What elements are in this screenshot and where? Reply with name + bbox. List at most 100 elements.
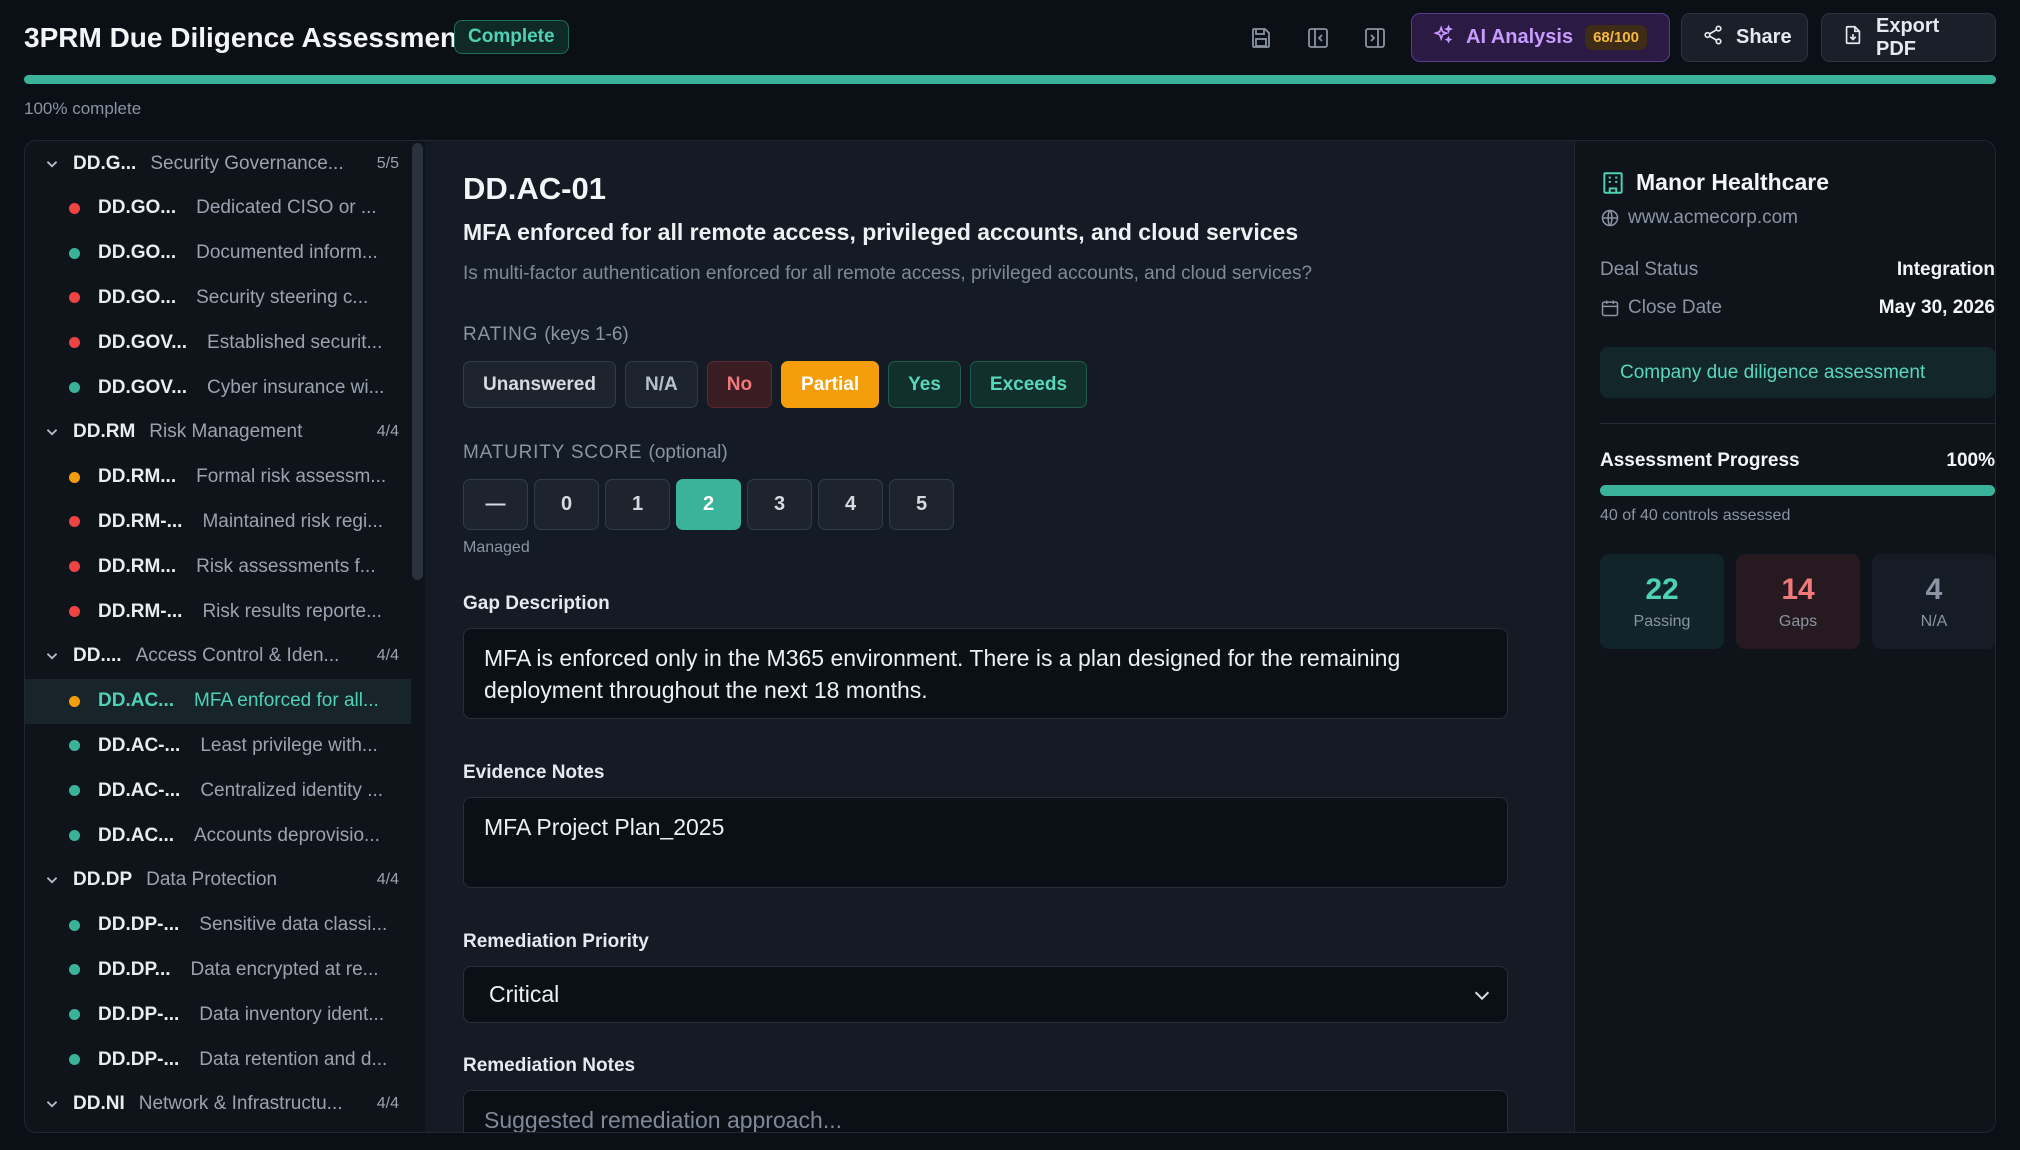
control-title: MFA enforced for all remote access, priv…	[463, 219, 1299, 245]
group-name: Security Governance...	[150, 152, 344, 174]
remediation-notes-textarea[interactable]: Suggested remediation approach...	[463, 1090, 1508, 1132]
sidebar-item[interactable]: DD.GO... Dedicated CISO or ...	[25, 186, 411, 231]
item-name: Data inventory ident...	[199, 1003, 385, 1025]
assessment-progress-value: 100%	[1946, 450, 1995, 471]
sidebar-group[interactable]: DD.G... Security Governance... 5/5	[25, 141, 411, 186]
gap-description-textarea[interactable]: MFA is enforced only in the M365 environ…	[463, 628, 1508, 719]
item-code: DD.RM-...	[98, 600, 183, 622]
status-dot-icon	[69, 785, 80, 797]
building-icon	[1600, 170, 1626, 196]
share-button[interactable]: Share	[1681, 13, 1808, 62]
maturity-option-button[interactable]: 0	[534, 479, 599, 530]
rating-exceeds-button[interactable]: Exceeds	[969, 361, 1088, 408]
maturity-option-button[interactable]: 3	[747, 479, 812, 530]
company-website-row: www.acmecorp.com	[1600, 207, 1798, 229]
item-name: Dedicated CISO or ...	[196, 197, 377, 219]
sidebar-item[interactable]: DD.AC-... Least privilege with...	[25, 723, 411, 768]
sidebar-item[interactable]: DD.GO... Documented inform...	[25, 231, 411, 276]
item-code: DD.AC...	[98, 824, 174, 846]
item-code: DD.GO...	[98, 197, 177, 219]
deal-status-label: Deal Status	[1600, 259, 1699, 280]
maturity-option-button[interactable]: 5	[889, 479, 954, 530]
maturity-option-button[interactable]: 2	[676, 479, 741, 530]
item-name: Risk assessments f...	[196, 555, 376, 577]
sidebar-item[interactable]: DD.RM... Risk assessments f...	[25, 544, 411, 589]
company-name-row: Manor Healthcare	[1600, 169, 1829, 196]
maturity-option-button[interactable]: —	[463, 479, 528, 530]
sidebar-item-selected[interactable]: DD.AC... MFA enforced for all...	[25, 678, 411, 724]
chevron-down-icon[interactable]	[43, 1095, 63, 1113]
sidebar-item[interactable]: DD.DP-... Data inventory ident...	[25, 992, 411, 1037]
sidebar-item[interactable]: DD.GOV... Established securit...	[25, 320, 411, 365]
collapse-left-icon[interactable]	[1300, 20, 1336, 56]
header-bar: 3PRM Due Diligence Assessment Complete A…	[0, 0, 2020, 75]
group-code: DD.RM	[73, 421, 136, 443]
deal-status-row: Deal Status Integration	[1600, 259, 1995, 281]
sidebar-item[interactable]: DD.RM... Formal risk assessm...	[25, 455, 411, 500]
sidebar-item[interactable]: DD.GOV... Cyber insurance wi...	[25, 365, 411, 410]
sidebar-scrollbar[interactable]	[412, 143, 423, 580]
rating-na-button[interactable]: N/A	[624, 361, 698, 408]
stat-na-card: 4 N/A	[1872, 554, 1995, 649]
sidebar-group[interactable]: DD.NI Network & Infrastructu... 4/4	[25, 1082, 411, 1127]
sparkles-icon	[1432, 23, 1454, 52]
item-name: Least privilege with...	[200, 734, 378, 756]
rating-yes-button[interactable]: Yes	[888, 361, 961, 408]
sidebar-item[interactable]: DD.DP-... Data retention and d...	[25, 1037, 411, 1082]
sidebar-item[interactable]: DD.DP... Data encrypted at re...	[25, 947, 411, 992]
maturity-label: MATURITY SCORE	[463, 442, 643, 463]
rating-section-label: RATING (keys 1-6)	[463, 324, 629, 346]
status-dot-icon	[69, 516, 80, 528]
rating-hint: (keys 1-6)	[544, 324, 629, 345]
evidence-notes-textarea[interactable]: MFA Project Plan_2025	[463, 797, 1508, 888]
item-name: MFA enforced for all...	[194, 690, 379, 712]
item-name: Centralized identity ...	[200, 779, 384, 801]
save-icon[interactable]	[1243, 20, 1279, 56]
group-name: Access Control & Iden...	[135, 645, 340, 667]
stat-na-value: 4	[1925, 572, 1943, 606]
rating-unanswered-button[interactable]: Unanswered	[463, 361, 616, 408]
assessment-progress-fill	[1600, 485, 1995, 496]
group-code: DD.NI	[73, 1093, 125, 1115]
chevron-down-icon[interactable]	[43, 871, 63, 889]
deal-status-value: Integration	[1896, 259, 1995, 280]
remediation-priority-select[interactable]: Critical	[463, 966, 1508, 1023]
item-name: Cyber insurance wi...	[207, 376, 385, 398]
item-name: Documented inform...	[196, 242, 378, 264]
item-code: DD.AC...	[98, 690, 174, 712]
sidebar-item[interactable]: DD.DP-... Sensitive data classi...	[25, 903, 411, 948]
sidebar-item[interactable]: DD.RM-... Risk results reporte...	[25, 589, 411, 634]
control-question: Is multi-factor authentication enforced …	[463, 263, 1313, 284]
item-code: DD.GO...	[98, 286, 177, 308]
group-count: 4/4	[376, 423, 399, 441]
sidebar-item[interactable]: DD.RM-... Maintained risk regi...	[25, 499, 411, 544]
chevron-down-icon[interactable]	[43, 155, 63, 173]
sidebar-group[interactable]: DD.RM Risk Management 4/4	[25, 410, 411, 455]
sidebar-item[interactable]: DD.AC-... Centralized identity ...	[25, 768, 411, 813]
stat-gaps-card: 14 Gaps	[1736, 554, 1860, 649]
item-code: DD.GO...	[98, 242, 177, 264]
chevron-down-icon[interactable]	[43, 423, 63, 441]
sidebar-item[interactable]: DD.GO... Security steering c...	[25, 275, 411, 320]
export-pdf-label: Export PDF	[1876, 14, 1940, 60]
ai-analysis-button[interactable]: AI Analysis 68/100	[1411, 13, 1670, 62]
rating-partial-button[interactable]: Partial	[781, 361, 880, 408]
control-id: DD.AC-01	[463, 171, 606, 206]
rating-no-button[interactable]: No	[706, 361, 773, 408]
item-code: DD.RM-...	[98, 510, 183, 532]
main-frame: DD.G... Security Governance... 5/5 DD.GO...…	[24, 140, 1996, 1133]
sidebar-item[interactable]: DD.AC... Accounts deprovisio...	[25, 813, 411, 858]
maturity-option-button[interactable]: 4	[818, 479, 883, 530]
maturity-button-group: —0 1 2 3 4 5	[463, 479, 954, 530]
item-code: DD.DP...	[98, 958, 171, 980]
maturity-option-button[interactable]: 1	[605, 479, 670, 530]
sidebar-group[interactable]: DD.... Access Control & Iden... 4/4	[25, 634, 411, 679]
group-count: 4/4	[376, 1095, 399, 1113]
sidebar-group[interactable]: DD.DP Data Protection 4/4	[25, 858, 411, 903]
company-website[interactable]: www.acmecorp.com	[1628, 207, 1798, 229]
ai-analysis-label: AI Analysis	[1466, 26, 1574, 48]
chevron-down-icon[interactable]	[43, 647, 63, 665]
export-pdf-button[interactable]: Export PDF	[1821, 13, 1996, 62]
rating-button-group: Unanswered N/A No Partial Yes Exceeds	[463, 361, 1088, 408]
collapse-right-icon[interactable]	[1357, 20, 1393, 56]
